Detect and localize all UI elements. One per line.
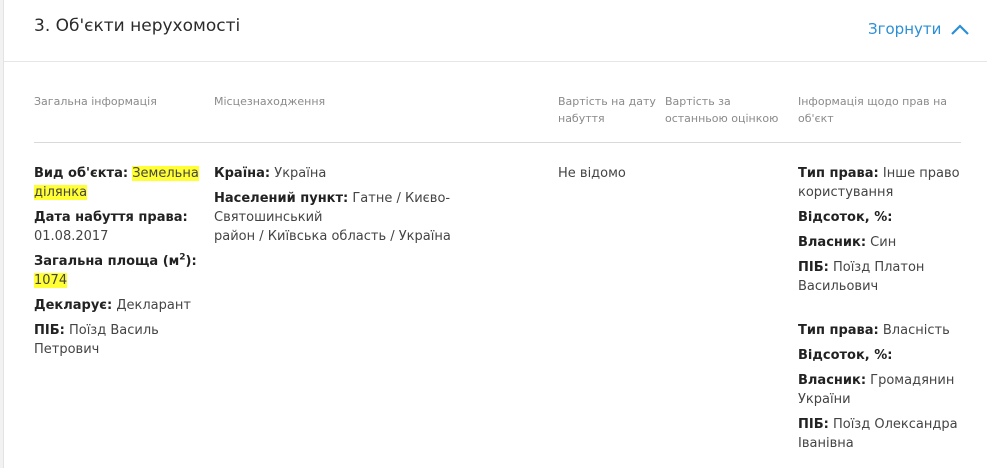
- collapse-label: Згорнути: [868, 20, 942, 38]
- owner-name: ПІБ: Поїзд Василь Петрович: [34, 323, 159, 357]
- location-cell: Країна: Україна Населений пункт: Гатне /…: [214, 164, 534, 252]
- object-type: Вид об'єкта: Земельна ділянка: [34, 166, 199, 200]
- settlement: Населений пункт: Гатне / Києво-Святошинс…: [214, 191, 451, 244]
- real-estate-card: 3. Об'єкти нерухомості Згорнути Загальна…: [3, 0, 987, 468]
- header-cost-acquisition: Вартість на дату набуття: [558, 95, 656, 125]
- cost-acquisition-value: Не відомо: [558, 166, 626, 181]
- header-rights: Інформація щодо прав на об'єкт: [798, 95, 947, 125]
- header-cost-last: Вартість за останньою оцінкою: [665, 95, 779, 125]
- collapse-button[interactable]: Згорнути: [868, 18, 970, 40]
- country: Країна: Україна: [214, 166, 327, 181]
- section-header: 3. Об'єкти нерухомості Згорнути: [4, 0, 987, 62]
- header-location: Місцезнаходження: [214, 95, 326, 108]
- total-area: Загальна площа (м2): 1074: [34, 252, 197, 288]
- general-info-cell: Вид об'єкта: Земельна ділянка Дата набут…: [34, 164, 204, 365]
- object-type-value: Земельна: [132, 166, 199, 181]
- declarant: Декларує: Декларант: [34, 298, 191, 313]
- acquisition-date: Дата набуття права: 01.08.2017: [34, 210, 188, 244]
- rights-entry-1: Тип права: Інше право користування Відсо…: [798, 166, 960, 294]
- section-title: 3. Об'єкти нерухомості: [34, 16, 241, 36]
- header-general: Загальна інформація: [34, 95, 157, 108]
- rights-entry-2: Тип права: Власність Відсоток, %: Власни…: [798, 323, 958, 451]
- chevron-up-icon: [951, 23, 970, 35]
- header-divider: [34, 142, 961, 143]
- total-area-value: 1074: [34, 273, 68, 288]
